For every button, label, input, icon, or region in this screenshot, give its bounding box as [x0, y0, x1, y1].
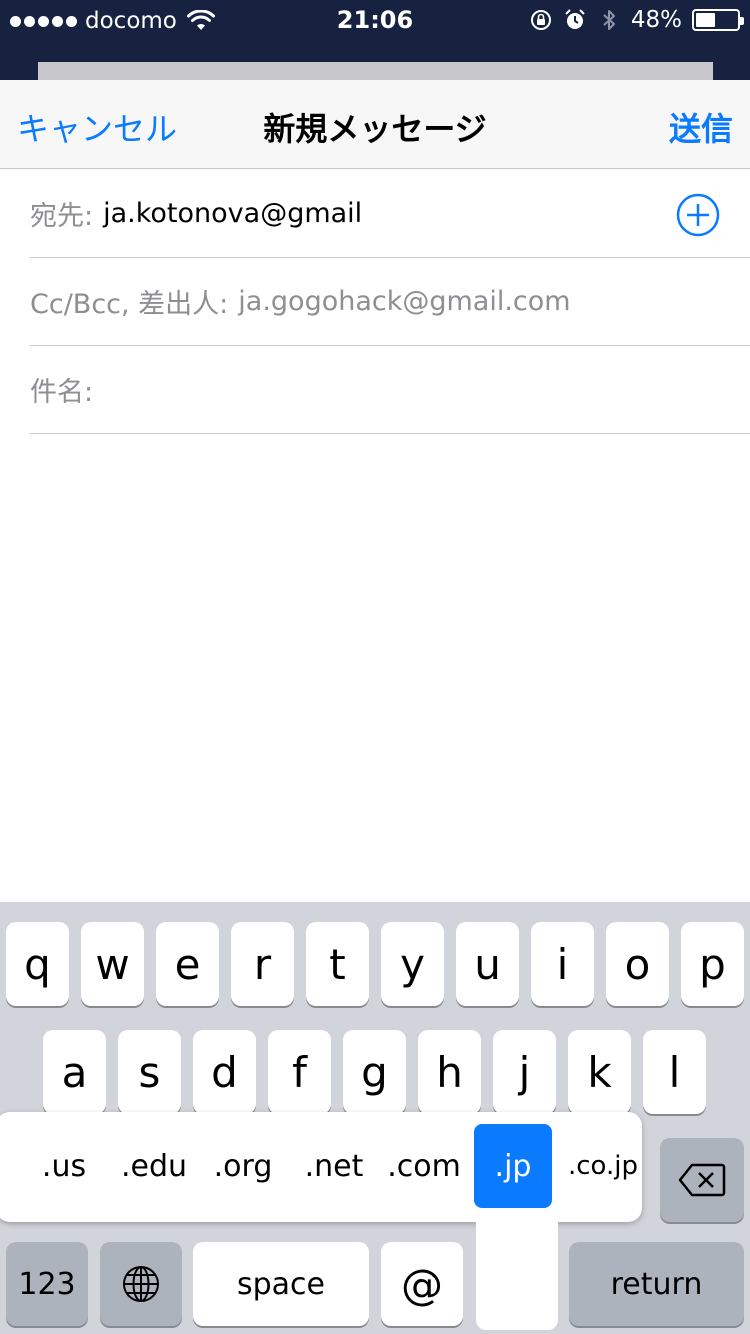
key-f[interactable]: f: [268, 1030, 331, 1114]
key-g[interactable]: g: [343, 1030, 406, 1114]
alarm-icon: [565, 9, 585, 29]
battery-icon: [692, 9, 744, 31]
key-o[interactable]: o: [606, 922, 669, 1006]
domain-option-co-jp[interactable]: .co.jp: [562, 1124, 644, 1208]
delete-backspace-icon: [678, 1163, 726, 1197]
key-k[interactable]: k: [568, 1030, 631, 1114]
delete-key[interactable]: [660, 1138, 744, 1222]
at-key[interactable]: @: [381, 1242, 463, 1326]
cc-bcc-label: Cc/Bcc, 差出人:: [30, 289, 229, 320]
key-p[interactable]: p: [681, 922, 744, 1006]
domain-popup-stem: [476, 1200, 558, 1330]
domain-option-org[interactable]: .org: [204, 1124, 282, 1208]
to-label: 宛先:: [30, 201, 94, 232]
to-input[interactable]: ja.kotonova@gmail: [103, 198, 362, 229]
key-t[interactable]: t: [306, 922, 369, 1006]
key-i[interactable]: i: [531, 922, 594, 1006]
nav-bar: キャンセル 新規メッセージ 送信: [0, 80, 750, 169]
domain-option-com[interactable]: .com: [384, 1124, 464, 1208]
domain-option-edu[interactable]: .edu: [114, 1124, 194, 1208]
battery-percent: 48%: [630, 7, 682, 33]
to-field[interactable]: 宛先: ja.kotonova@gmail: [30, 170, 750, 258]
key-l[interactable]: l: [643, 1030, 706, 1114]
subject-label: 件名:: [30, 377, 94, 408]
domain-option-us[interactable]: .us: [28, 1124, 100, 1208]
globe-key[interactable]: [100, 1242, 182, 1326]
key-r[interactable]: r: [231, 922, 294, 1006]
background-sheet: [38, 62, 713, 82]
key-w[interactable]: w: [81, 922, 144, 1006]
cc-bcc-from-field[interactable]: Cc/Bcc, 差出人: ja.gogohack@gmail.com: [30, 258, 750, 346]
key-u[interactable]: u: [456, 922, 519, 1006]
space-key[interactable]: space: [193, 1242, 369, 1326]
send-button[interactable]: 送信: [669, 104, 733, 150]
key-d[interactable]: d: [193, 1030, 256, 1114]
key-s[interactable]: s: [118, 1030, 181, 1114]
globe-icon: [123, 1266, 159, 1302]
key-h[interactable]: h: [418, 1030, 481, 1114]
plus-circle-icon[interactable]: [676, 193, 720, 237]
domain-option-net[interactable]: .net: [294, 1124, 374, 1208]
key-q[interactable]: q: [6, 922, 69, 1006]
subject-field[interactable]: 件名:: [30, 346, 750, 434]
battery-level-fill: [696, 13, 716, 27]
key-a[interactable]: a: [43, 1030, 106, 1114]
domain-option-jp[interactable]: .jp: [474, 1124, 552, 1208]
return-key[interactable]: return: [569, 1242, 744, 1326]
key-j[interactable]: j: [493, 1030, 556, 1114]
rotation-lock-icon: [530, 10, 551, 30]
from-address[interactable]: ja.gogohack@gmail.com: [238, 286, 570, 317]
key-e[interactable]: e: [156, 922, 219, 1006]
numbers-key[interactable]: 123: [6, 1242, 88, 1326]
status-bar-right: 48%: [529, 7, 744, 33]
cancel-button[interactable]: キャンセル: [17, 104, 177, 150]
bluetooth-icon: [603, 10, 615, 30]
key-y[interactable]: y: [381, 922, 444, 1006]
